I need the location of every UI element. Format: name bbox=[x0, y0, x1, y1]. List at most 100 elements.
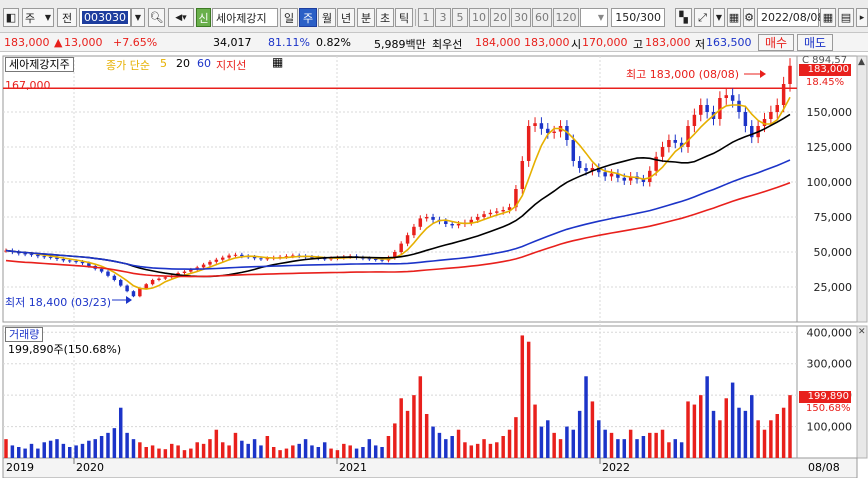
interval-60-button[interactable]: 60 bbox=[532, 8, 552, 27]
sell-button[interactable]: 매도 bbox=[797, 34, 833, 51]
candle-body bbox=[475, 217, 480, 220]
candle-body bbox=[705, 105, 709, 112]
volume-bar bbox=[354, 448, 359, 458]
period-month-button[interactable]: 월 bbox=[318, 8, 336, 27]
volume-bar bbox=[48, 440, 53, 458]
candle-body bbox=[233, 254, 238, 256]
volume-bar bbox=[450, 436, 454, 458]
volume-bar bbox=[36, 448, 40, 458]
volume-bar bbox=[233, 432, 238, 458]
sound-menu-icon[interactable]: ◀▾ bbox=[168, 8, 194, 27]
candle-body bbox=[23, 253, 27, 255]
gear-icon[interactable]: ⚙ bbox=[743, 8, 755, 27]
interval-1-button[interactable]: 1 bbox=[418, 8, 434, 27]
price-pane-title[interactable]: 세아제강지주 bbox=[5, 57, 74, 72]
volume-bar bbox=[788, 395, 792, 458]
volume-bar bbox=[4, 439, 8, 458]
period-minute-button[interactable]: 분 bbox=[357, 8, 375, 27]
date-field[interactable]: 2022/08/08 bbox=[757, 8, 824, 27]
expand-icon[interactable]: ▤ bbox=[838, 8, 854, 27]
interval-20-button[interactable]: 20 bbox=[490, 8, 510, 27]
volume-bar bbox=[654, 432, 658, 458]
interval-30-button[interactable]: 30 bbox=[511, 8, 531, 27]
period-day-button[interactable]: 일 bbox=[280, 8, 298, 27]
volume-bar bbox=[756, 420, 760, 458]
candle-body bbox=[788, 65, 792, 84]
chart-tools-icon[interactable]: ▚ bbox=[675, 8, 692, 27]
volume-bar bbox=[29, 443, 34, 458]
candle-body bbox=[526, 126, 531, 161]
period-year-button[interactable]: 년 bbox=[337, 8, 355, 27]
current-price-badge: 183,000 bbox=[799, 64, 851, 76]
tools-dropdown-icon[interactable]: ▼ bbox=[713, 8, 725, 27]
candle-body bbox=[577, 161, 582, 168]
volume-bar bbox=[679, 442, 684, 458]
interval-5-button[interactable]: 5 bbox=[452, 8, 468, 27]
turnover-ratio: 0.82% bbox=[316, 36, 351, 49]
best-ask-price: 184,000 bbox=[475, 36, 521, 49]
code-type-button[interactable]: 전 bbox=[57, 8, 77, 27]
chart-window: ◧ 주 ▼ 전 003030 ▼ 🔍︎ ◀▾ 신 세아제강지 일 주 월 년 분 … bbox=[0, 0, 868, 478]
volume-bar bbox=[603, 429, 607, 458]
stock-badge: 신 bbox=[196, 8, 211, 27]
candle-body bbox=[743, 112, 748, 126]
candle-body bbox=[380, 259, 384, 261]
ma5-legend: 5 bbox=[160, 57, 167, 70]
window-menu-icon[interactable]: ◧ bbox=[3, 8, 19, 27]
period-week-button[interactable]: 주 bbox=[299, 8, 317, 27]
volume-bar bbox=[692, 404, 697, 458]
volume-bar bbox=[61, 443, 66, 458]
volume-pane-scrollbar[interactable] bbox=[856, 325, 868, 459]
candle-body bbox=[622, 177, 627, 181]
x-label-2021: 2021 bbox=[339, 461, 367, 474]
volume-bar bbox=[189, 448, 193, 458]
volume-bar bbox=[208, 439, 212, 458]
volume-bar bbox=[469, 445, 474, 458]
volume-bar bbox=[42, 442, 46, 458]
candle-body bbox=[201, 264, 206, 268]
code-dropdown-icon[interactable]: ▼ bbox=[131, 8, 145, 27]
candle-body bbox=[660, 147, 665, 157]
candle-body bbox=[259, 258, 263, 260]
volume-bar bbox=[342, 443, 346, 458]
volume-bar bbox=[80, 443, 85, 458]
market-select[interactable]: 주 ▼ bbox=[22, 8, 54, 27]
draw-line-icon[interactable]: ⤢ bbox=[694, 8, 711, 27]
candle-body bbox=[399, 243, 403, 252]
interval-3-button[interactable]: 3 bbox=[435, 8, 451, 27]
period-second-button[interactable]: 초 bbox=[376, 8, 394, 27]
calendar-icon[interactable]: ▦ bbox=[820, 8, 836, 27]
volume-bar bbox=[131, 439, 136, 458]
volume-bar bbox=[393, 423, 397, 458]
buy-button[interactable]: 매수 bbox=[758, 34, 794, 51]
volume-bar bbox=[271, 447, 276, 458]
grid-icon[interactable]: ▦ bbox=[727, 8, 741, 27]
menu-more-icon[interactable]: ▸ bbox=[856, 8, 868, 27]
candle-body bbox=[431, 217, 435, 220]
pane-collapse-icon[interactable]: ▲ bbox=[858, 57, 865, 67]
volume-bar bbox=[87, 440, 91, 458]
volume-bar bbox=[182, 450, 187, 458]
stock-chart-svg[interactable]: ✕ ▲ 25,000 50,000 75,000 100,000 125,000 150,… bbox=[0, 52, 868, 478]
count-display[interactable]: 150/300 bbox=[611, 8, 665, 27]
volume-pane-title[interactable]: 거래량 bbox=[5, 327, 44, 342]
volume-bar bbox=[533, 404, 537, 458]
search-icon[interactable]: 🔍︎ bbox=[148, 8, 165, 27]
stock-code-input[interactable]: 003030 bbox=[79, 8, 131, 27]
indicator-settings-icon[interactable]: ▦ bbox=[272, 55, 283, 69]
interval-custom-field[interactable]: ▼ bbox=[580, 8, 608, 27]
interval-120-button[interactable]: 120 bbox=[553, 8, 579, 27]
best-ask-label: 최우선 bbox=[432, 38, 463, 51]
min-price-note: 최저 18,400 (03/23) bbox=[5, 296, 112, 309]
period-tick-button[interactable]: 틱 bbox=[395, 8, 413, 27]
volume-bar bbox=[316, 447, 321, 458]
pane-close-icon[interactable]: ✕ bbox=[858, 327, 866, 337]
trade-volume: 34,017 bbox=[213, 36, 252, 49]
volume-current-label: 199,890주(150.68%) bbox=[8, 343, 122, 356]
volume-bar bbox=[546, 420, 550, 458]
stock-name-field[interactable]: 세아제강지 bbox=[212, 8, 278, 27]
interval-10-button[interactable]: 10 bbox=[469, 8, 489, 27]
price-pane-scrollbar[interactable] bbox=[856, 55, 868, 323]
candle-body bbox=[769, 112, 773, 119]
candle-body bbox=[686, 126, 690, 147]
